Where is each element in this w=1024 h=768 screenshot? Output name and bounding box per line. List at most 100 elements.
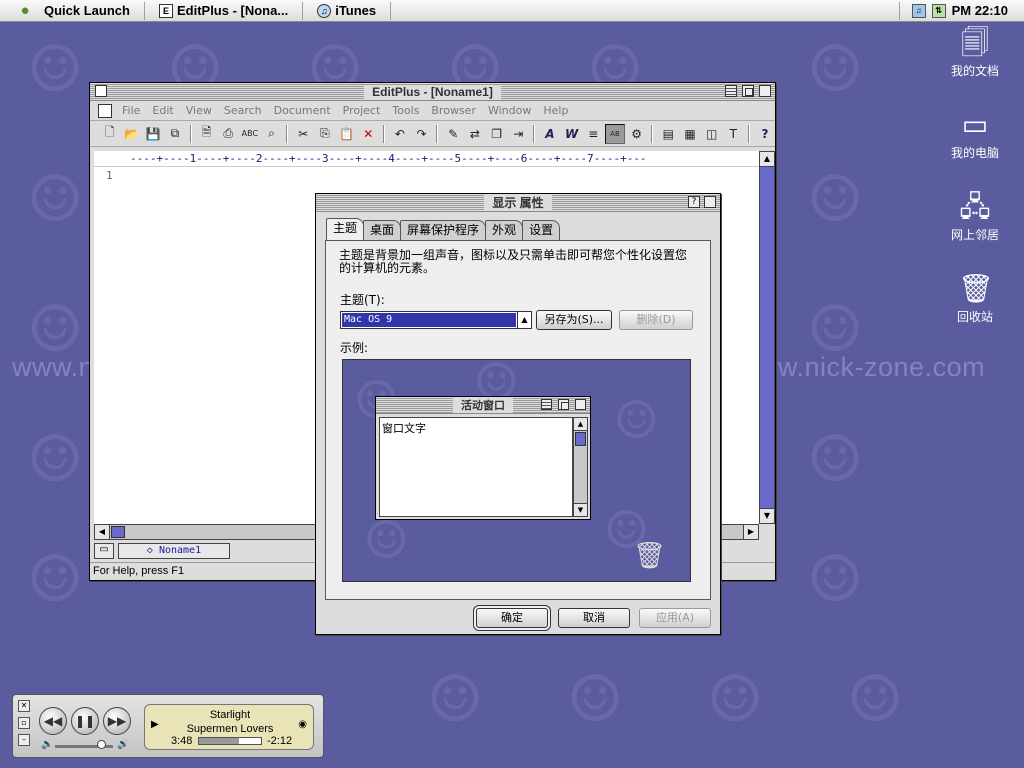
clock[interactable]: PM 22:10 [952, 3, 1008, 18]
mac-face-logo: ☺ [26, 32, 84, 107]
line-number: 1 [106, 169, 113, 182]
goto-line-icon[interactable]: ⇥ [508, 124, 528, 144]
scroll-down-icon[interactable]: ▼ [759, 508, 775, 524]
collapse-button[interactable] [725, 85, 737, 97]
next-track-button[interactable]: ▶▶ [103, 707, 131, 735]
directory-icon[interactable]: ▦ [680, 124, 700, 144]
progress-bar[interactable] [198, 737, 262, 745]
menu-tools[interactable]: Tools [386, 104, 425, 117]
documents-icon: 🗐 [961, 26, 989, 59]
scroll-right-icon[interactable]: ▶ [743, 524, 759, 540]
tab-appearance[interactable]: 外观 [485, 220, 524, 240]
tab-screensaver[interactable]: 屏幕保护程序 [400, 220, 487, 240]
menu-document[interactable]: Document [268, 104, 337, 117]
column-select-icon[interactable]: AB [605, 123, 625, 144]
theme-label: 主题(T): [340, 293, 385, 307]
delete-icon[interactable]: ✕ [358, 124, 378, 144]
help-button[interactable]: ? [688, 196, 700, 208]
desktop-icon-network[interactable]: 🖧 网上邻居 [935, 190, 1015, 243]
menu-help[interactable]: Help [537, 104, 574, 117]
scroll-up-icon[interactable]: ▲ [759, 151, 775, 167]
replace-icon[interactable]: ⇄ [465, 124, 485, 144]
zoom-button[interactable] [742, 85, 754, 97]
find-icon[interactable]: ⌕ [262, 124, 282, 144]
remaining-time: -2:12 [267, 735, 293, 747]
pause-button[interactable]: ❚❚ [71, 707, 99, 735]
spellcheck-icon[interactable]: ABC [240, 124, 260, 144]
indent-icon[interactable]: ≡ [583, 124, 603, 144]
taskbar-item-label: iTunes [335, 3, 377, 18]
save-as-button[interactable]: 另存为(S)... [536, 310, 612, 330]
document-icon [98, 103, 112, 118]
dialog-title: 显示 属性 [484, 194, 552, 211]
taskbar-item-itunes[interactable]: ♫ iTunes [309, 0, 384, 22]
print-icon[interactable]: ⎙ [218, 124, 238, 144]
desktop-icon-my-documents[interactable]: 🗐 我的文档 [935, 26, 1015, 79]
desktop-icon-recycle-bin[interactable]: 🗑 回收站 [935, 272, 1015, 325]
save-icon[interactable]: 💾 [143, 124, 163, 144]
menu-project[interactable]: Project [337, 104, 387, 117]
cut-icon[interactable]: ✂ [293, 124, 313, 144]
cliptext-icon[interactable]: ▤ [658, 124, 678, 144]
quick-launch-menu[interactable]: Quick Launch [36, 0, 138, 22]
open-folder-icon[interactable]: 📂 [122, 124, 142, 144]
menu-browser[interactable]: Browser [425, 104, 482, 117]
vertical-scrollbar[interactable]: ▲ ▼ [759, 151, 775, 524]
dialog-titlebar[interactable]: 显示 属性 ? [316, 194, 720, 212]
scroll-up-icon: ▲ [573, 417, 588, 431]
taskbar-item-editplus[interactable]: E EditPlus - [Nona... [151, 0, 296, 22]
copy-icon[interactable]: ⎘ [315, 124, 335, 144]
menu-view[interactable]: View [180, 104, 218, 117]
tab-settings[interactable]: 设置 [522, 220, 561, 240]
tab-desktop[interactable]: 桌面 [363, 220, 402, 240]
ok-button[interactable]: 确定 [476, 608, 548, 628]
window-titlebar[interactable]: EditPlus - [Noname1] [90, 83, 775, 101]
paste-icon[interactable]: 📋 [337, 124, 357, 144]
menu-edit[interactable]: Edit [146, 104, 179, 117]
desktop-icon-my-computer[interactable]: ▭ 我的电脑 [935, 108, 1015, 161]
editplus-app-icon[interactable] [95, 85, 107, 97]
font-icon[interactable]: A [540, 124, 560, 144]
mac-face-logo: ☺ [806, 162, 864, 237]
network-tray-icon[interactable]: ⇅ [931, 3, 946, 18]
view-toggle-icon[interactable]: ◉ [298, 719, 307, 730]
menu-window[interactable]: Window [482, 104, 537, 117]
scroll-thumb[interactable] [111, 526, 125, 538]
preview-active-window: 活动窗口 窗口文字 ▲ ▼ [375, 396, 591, 520]
close-icon[interactable]: ✕ [18, 700, 30, 712]
print-preview-icon[interactable]: 🗎 [197, 124, 217, 144]
itunes-icon: ♫ [317, 3, 332, 18]
preferences-icon[interactable]: ⚙ [627, 124, 647, 144]
undo-icon[interactable]: ↶ [390, 124, 410, 144]
html-toolbar-icon[interactable]: T [724, 124, 744, 144]
network-icon: 🖧 [959, 190, 991, 223]
zoom-icon[interactable]: ▫ [18, 717, 30, 729]
dropdown-arrow-icon[interactable]: ▲ [517, 312, 531, 328]
directory-toggle-icon[interactable]: ▭ [94, 543, 114, 559]
toolbar-divider [651, 124, 654, 143]
new-file-icon[interactable]: 🗋 [100, 124, 120, 144]
volume-slider[interactable]: 🔈 🔊 [41, 739, 129, 751]
itunes-tray-icon[interactable]: ♫ [911, 3, 926, 18]
close-button[interactable] [704, 196, 716, 208]
minimize-icon[interactable]: – [18, 734, 30, 746]
document-tab[interactable]: ◇ Noname1 [118, 543, 230, 559]
help-pointer-icon[interactable]: ? [755, 124, 775, 144]
redo-icon[interactable]: ↷ [412, 124, 432, 144]
browser-icon[interactable]: ◫ [702, 124, 722, 144]
highlighter-icon[interactable]: ✎ [443, 124, 463, 144]
scroll-left-icon[interactable]: ◀ [94, 524, 110, 540]
apple-menu-icon[interactable]: ● [14, 2, 36, 19]
previous-track-button[interactable]: ◀◀ [39, 707, 67, 735]
theme-select[interactable]: Mac OS 9 ▲ [340, 311, 532, 329]
tab-themes[interactable]: 主题 [326, 218, 365, 240]
word-wrap-icon[interactable]: W [562, 124, 582, 144]
save-all-icon[interactable]: ⧉ [165, 124, 185, 144]
close-button[interactable] [759, 85, 771, 97]
menu-file[interactable]: File [116, 104, 146, 117]
sample-label: 示例: [340, 341, 369, 355]
cancel-button[interactable]: 取消 [558, 608, 630, 628]
apply-button: 应用(A) [639, 608, 711, 628]
clipboard-icon[interactable]: ❐ [487, 124, 507, 144]
menu-search[interactable]: Search [218, 104, 268, 117]
